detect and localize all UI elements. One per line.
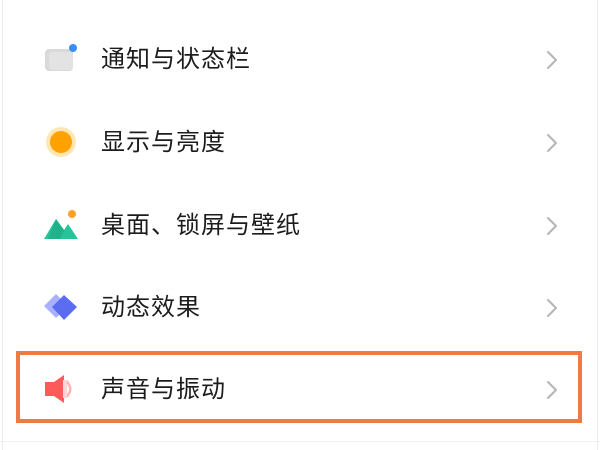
settings-item-label: 显示与亮度 [101,128,226,156]
settings-item-notifications[interactable]: 通知与状态栏 [0,18,600,98]
settings-page: 通知与状态栏 显示与亮度 桌面、锁屏与壁纸 动态效果 声音与振动 [0,0,600,450]
notification-icon [42,42,80,76]
chevron-right-icon [544,378,560,402]
animation-icon [42,290,80,324]
settings-item-wallpaper[interactable]: 桌面、锁屏与壁纸 [0,184,600,264]
settings-item-sound-vibration[interactable]: 声音与振动 [0,351,600,431]
chevron-right-icon [544,131,560,155]
settings-item-label: 声音与振动 [101,375,226,403]
brightness-icon [42,125,80,159]
chevron-right-icon [544,214,560,238]
bottom-divider [0,441,600,442]
settings-item-animation[interactable]: 动态效果 [0,266,600,346]
settings-item-label: 动态效果 [101,293,201,321]
settings-item-display-brightness[interactable]: 显示与亮度 [0,101,600,181]
settings-item-label: 桌面、锁屏与壁纸 [101,211,301,239]
settings-item-label: 通知与状态栏 [101,45,251,73]
sound-icon [42,372,80,406]
wallpaper-icon [42,208,80,242]
chevron-right-icon [544,48,560,72]
chevron-right-icon [544,296,560,320]
